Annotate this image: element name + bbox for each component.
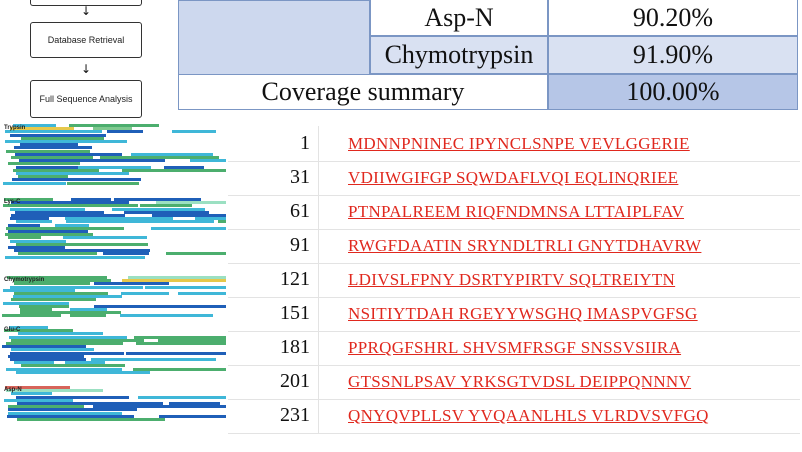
coverage-band	[145, 285, 226, 289]
coverage-band	[91, 358, 216, 361]
coverage-band	[159, 414, 226, 418]
coverage-map-label: Glu-C	[4, 327, 21, 333]
sequence-row: 91 RWGFDAATIN SRYNDLTRLI GNYTDHAVRW	[228, 228, 800, 264]
sequence-text: VDIIWGIFGP SQWDAFLVQI EQLINQRIEE	[348, 168, 679, 187]
full-sequence-analysis-box: Full Sequence Analysis	[30, 80, 142, 118]
sequence-row: 181 PPRQGFSHRL SHVSMFRSGF SNSSVSIIRA	[228, 330, 800, 366]
chymotrypsin-label-cell: Chymotrypsin	[370, 36, 548, 74]
residue-number: 1	[300, 132, 310, 154]
residue-number: 151	[280, 302, 310, 324]
residue-number: 91	[290, 234, 310, 256]
coverage-band	[16, 370, 150, 374]
residue-number: 121	[280, 268, 310, 290]
sequence-row: 121 LDIVSLFPNY DSRTYPIRTV SQLTREIYTN	[228, 262, 800, 298]
column-divider	[318, 228, 319, 263]
column-divider	[318, 262, 319, 297]
sequence-row: 31 VDIIWGIFGP SQWDAFLVQI EQLINQRIEE	[228, 160, 800, 196]
coverage-map-chymotrypsin: Chymotrypsin	[2, 276, 226, 320]
coverage-band	[136, 342, 226, 345]
residue-number: 61	[290, 200, 310, 222]
column-divider	[318, 296, 319, 331]
coverage-map-label: Lys-C	[4, 199, 21, 205]
coverage-band	[126, 351, 226, 355]
sequence-text: RWGFDAATIN SRYNDLTRLI GNYTDHAVRW	[348, 236, 702, 255]
sequence-text: PTNPALREEM RIQFNDMNSA LTTAIPLFAV	[348, 202, 685, 221]
residue-number: 181	[280, 336, 310, 358]
arrow-down-icon: ↓	[80, 62, 92, 76]
aspn-label-cell: Asp-N	[370, 0, 548, 36]
coverage-band	[3, 181, 66, 185]
coverage-band	[151, 226, 226, 230]
coverage-band	[67, 181, 139, 185]
coverage-band	[5, 255, 145, 259]
sequence-text: LDIVSLFPNY DSRTYPIRTV SQLTREIYTN	[348, 270, 676, 289]
coverage-band	[166, 252, 226, 256]
column-divider	[318, 160, 319, 195]
coverage-band	[120, 314, 213, 318]
coverage-band	[70, 314, 106, 318]
residue-number: 231	[280, 404, 310, 426]
coverage-maps: Trypsin Lys-C Chymotrypsin Glu-C Asp-N	[0, 124, 228, 434]
arrow-down-icon: ↓	[80, 4, 92, 18]
chymotrypsin-value-cell: 91.90%	[548, 36, 798, 74]
sequence-text: MDNNPNINEC IPYNCLSNPE VEVLGGERIE	[348, 134, 690, 153]
column-divider	[318, 194, 319, 229]
column-divider	[318, 398, 319, 433]
workflow-flowchart: ↓ Database Retrieval ↓ Full Sequence Ana…	[0, 0, 170, 122]
coverage-band	[218, 220, 226, 224]
sequence-row: 151 NSITIYTDAH RGEYYWSGHQ IMASPVGFSG	[228, 296, 800, 332]
coverage-map-label: Asp-N	[4, 387, 22, 393]
coverage-map-label: Trypsin	[4, 125, 26, 131]
sequence-text: QNYQVPLLSV YVQAANLHLS VLRDVSVFGQ	[348, 406, 709, 425]
coverage-band	[138, 395, 226, 399]
coverage-band	[2, 314, 61, 318]
coverage-table: Asp-N 90.20% Chymotrypsin 91.90% Coverag…	[178, 0, 798, 110]
coverage-band	[121, 292, 169, 295]
residue-number: 31	[290, 166, 310, 188]
coverage-band	[122, 168, 226, 172]
sequence-text: GTSSNLPSAV YRKSGTVDSL DEIPPQNNNV	[348, 372, 692, 391]
coverage-band	[178, 292, 226, 295]
column-divider	[318, 330, 319, 365]
residue-number: 201	[280, 370, 310, 392]
coverage-band	[172, 130, 216, 134]
coverage-header-cell	[178, 0, 370, 75]
coverage-map-aspn: Asp-N	[2, 386, 226, 422]
coverage-map-trypsin: Trypsin	[2, 124, 226, 186]
coverage-band	[107, 130, 143, 134]
sequence-row: 61 PTNPALREEM RIQFNDMNSA LTTAIPLFAV	[228, 194, 800, 230]
column-divider	[318, 364, 319, 399]
coverage-band	[94, 304, 226, 308]
coverage-map-lysc: Lys-C	[2, 198, 226, 260]
coverage-band	[63, 236, 147, 240]
coverage-map-label: Chymotrypsin	[4, 277, 45, 283]
coverage-band	[190, 159, 226, 163]
coverage-summary-label-cell: Coverage summary	[178, 74, 548, 110]
coverage-map-gluc: Glu-C	[2, 326, 226, 376]
sequence-text: NSITIYTDAH RGEYYWSGHQ IMASPVGFSG	[348, 304, 698, 323]
column-divider	[318, 126, 319, 161]
database-retrieval-box: Database Retrieval	[30, 22, 142, 58]
sequence-row: 1 MDNNPNINEC IPYNCLSNPE VEVLGGERIE	[228, 126, 800, 162]
sequence-row: 201 GTSSNLPSAV YRKSGTVDSL DEIPPQNNNV	[228, 364, 800, 400]
coverage-summary-value-cell: 100.00%	[548, 74, 798, 110]
coverage-band	[17, 418, 165, 421]
sequence-text: PPRQGFSHRL SHVSMFRSGF SNSSVSIIRA	[348, 338, 682, 357]
sequence-row: 231 QNYQVPLLSV YVQAANLHLS VLRDVSVFGQ	[228, 398, 800, 434]
aspn-value-cell: 90.20%	[548, 0, 798, 36]
